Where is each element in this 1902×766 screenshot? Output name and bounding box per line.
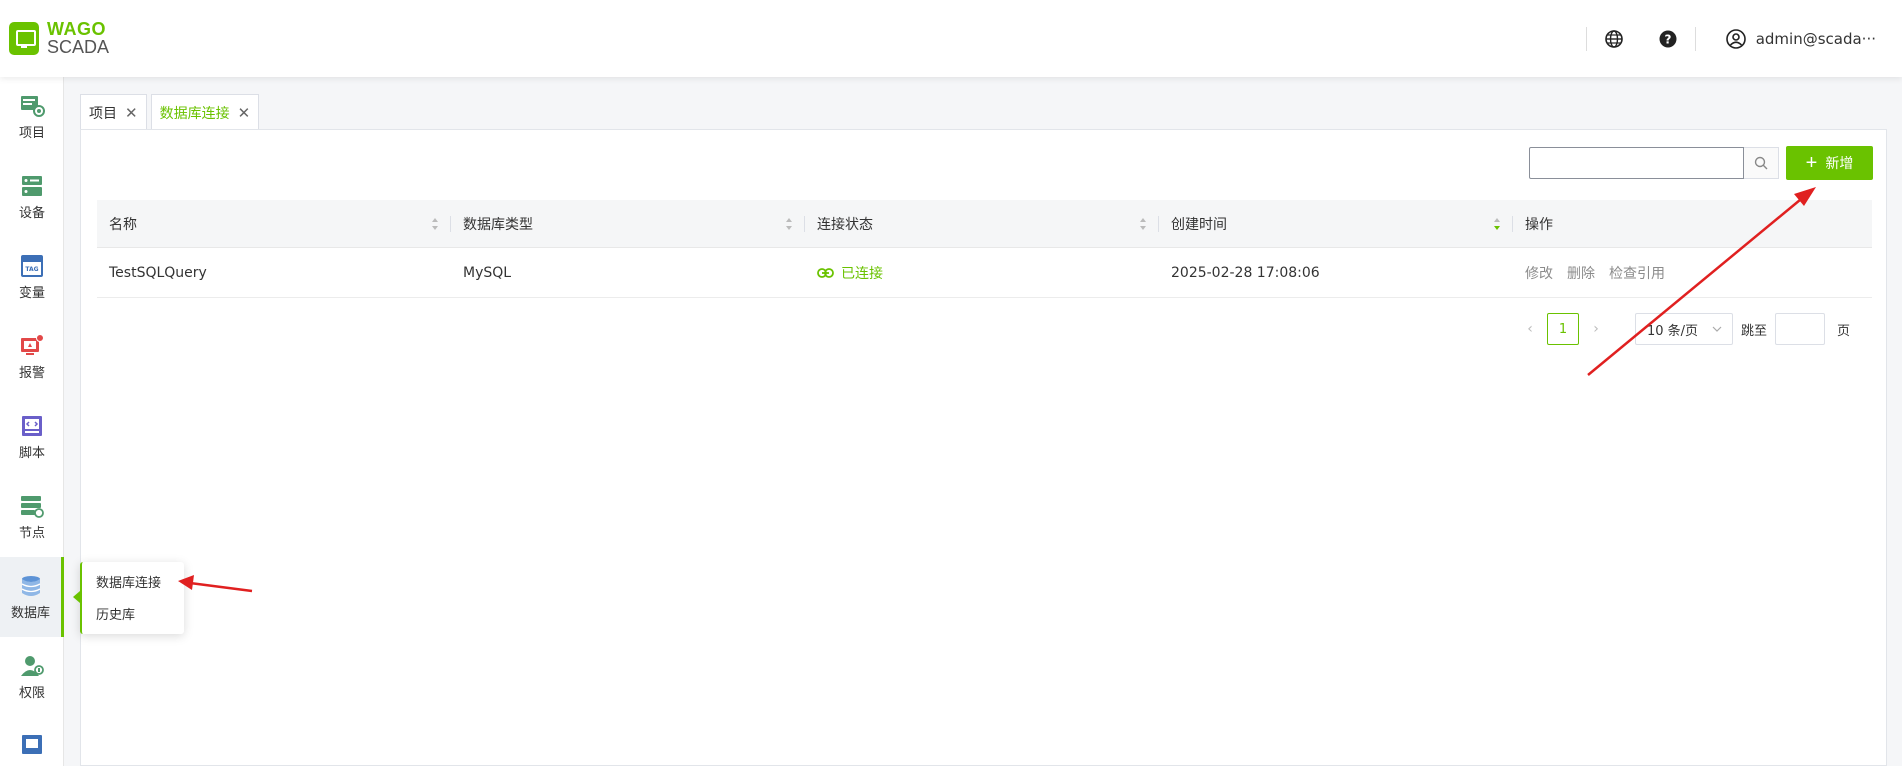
cell-created: 2025-02-28 17:08:06	[1171, 265, 1320, 281]
script-icon	[22, 415, 42, 436]
plus-icon: +	[1805, 152, 1818, 174]
sidebar: 项目 设备 TAG 变量 报警 脚本 节点 数据库 权限	[0, 77, 64, 766]
sidebar-item-tag[interactable]: TAG 变量	[0, 237, 64, 317]
cell-actions: 修改 删除 检查引用	[1513, 248, 1872, 298]
sort-icon[interactable]	[1493, 217, 1501, 231]
tab-label: 项目	[89, 105, 117, 122]
sort-icon[interactable]	[785, 217, 793, 231]
sidebar-item-device[interactable]: 设备	[0, 157, 64, 237]
device-icon	[22, 175, 42, 196]
tab-label: 数据库连接	[159, 105, 230, 122]
status-text: 已连接	[841, 266, 883, 282]
cell-status: 已连接	[805, 248, 1159, 298]
add-button[interactable]: + 新增	[1786, 146, 1873, 180]
column-header-status[interactable]: 连接状态	[805, 200, 1159, 248]
tab-project[interactable]: 项目 ✕	[80, 94, 147, 130]
sidebar-item-alarm[interactable]: 报警	[0, 317, 64, 397]
sidebar-item-label: 节点	[18, 525, 45, 541]
jump-page-input[interactable]	[1775, 313, 1826, 345]
main-panel: + 新增 名称 数据库类型 连接状态 创建时间 操作 TestSQLQuery …	[80, 129, 1887, 766]
logo-text-top: WAGO	[47, 19, 106, 39]
help-question-icon[interactable]: ?	[1641, 19, 1695, 59]
tag-icon: TAG	[21, 254, 43, 277]
sidebar-item-more[interactable]	[0, 717, 64, 766]
column-header-actions: 操作	[1525, 217, 1553, 233]
search-button[interactable]	[1744, 147, 1779, 179]
sidebar-item-label: 脚本	[18, 445, 45, 461]
search-input[interactable]	[1529, 147, 1744, 179]
table-header: 名称 数据库类型 连接状态 创建时间 操作	[97, 200, 1872, 248]
sidebar-item-database[interactable]: 数据库	[0, 557, 64, 637]
permission-icon	[21, 655, 44, 676]
sidebar-item-label: 设备	[18, 205, 45, 221]
svg-text:?: ?	[1664, 32, 1671, 46]
top-header: WAGO SCADA ? admin@scada···	[0, 0, 1902, 77]
archive-icon	[22, 735, 42, 754]
sidebar-item-label: 权限	[18, 685, 45, 701]
logo-text-bottom: SCADA	[47, 37, 110, 57]
sidebar-item-node[interactable]: 节点	[0, 477, 64, 557]
check-reference-link[interactable]: 检查引用	[1609, 263, 1665, 283]
database-connection-table: 名称 数据库类型 连接状态 创建时间 操作 TestSQLQuery MySQL	[97, 200, 1872, 298]
sidebar-item-project[interactable]: 项目	[0, 77, 64, 157]
next-page-icon[interactable]: ›	[1579, 313, 1613, 345]
sidebar-item-label: 数据库	[10, 605, 50, 621]
user-name: admin@scada···	[1755, 29, 1876, 48]
svg-text:TAG: TAG	[25, 266, 38, 273]
language-globe-icon[interactable]	[1587, 19, 1641, 59]
logo-mark-icon	[9, 21, 39, 55]
sidebar-item-label: 项目	[18, 125, 45, 141]
add-button-label: 新增	[1825, 155, 1854, 171]
column-header-db-type[interactable]: 数据库类型	[451, 200, 805, 248]
tab-bar: 项目 ✕ 数据库连接 ✕	[80, 94, 263, 130]
chevron-down-icon	[1712, 326, 1722, 332]
edit-link[interactable]: 修改	[1525, 263, 1553, 283]
sort-icon[interactable]	[1139, 217, 1147, 231]
sidebar-item-script[interactable]: 脚本	[0, 397, 64, 477]
user-avatar-icon	[1725, 28, 1746, 49]
project-icon	[21, 95, 45, 117]
cell-name: TestSQLQuery	[109, 265, 207, 281]
sidebar-item-label: 变量	[18, 285, 45, 301]
search-icon	[1754, 156, 1768, 170]
page-number-current[interactable]: 1	[1547, 313, 1579, 345]
tab-database-connection[interactable]: 数据库连接 ✕	[150, 94, 260, 130]
column-header-name[interactable]: 名称	[97, 200, 451, 248]
submenu-item-database-connection[interactable]: 数据库连接	[82, 568, 184, 600]
jump-label: 跳至	[1741, 323, 1768, 339]
pagination: ‹ 1 › 10 条/页 跳至 页	[1513, 312, 1850, 346]
search-box	[1529, 147, 1779, 179]
close-icon[interactable]: ✕	[238, 104, 251, 122]
node-icon	[21, 495, 44, 518]
delete-link[interactable]: 删除	[1567, 263, 1595, 283]
app-logo[interactable]: WAGO SCADA	[9, 20, 109, 56]
sidebar-item-label: 报警	[18, 365, 45, 381]
page-unit-label: 页	[1837, 323, 1851, 339]
alarm-icon	[21, 333, 44, 355]
close-icon[interactable]: ✕	[125, 104, 138, 122]
cell-db-type: MySQL	[463, 265, 512, 281]
user-menu[interactable]: admin@scada···	[1696, 28, 1902, 49]
sort-icon[interactable]	[431, 217, 439, 231]
database-icon	[21, 575, 40, 596]
submenu-item-history-db[interactable]: 历史库	[82, 600, 184, 632]
database-submenu: 数据库连接 历史库	[73, 562, 184, 634]
sidebar-item-permission[interactable]: 权限	[0, 637, 64, 717]
page-size-select[interactable]: 10 条/页	[1635, 313, 1733, 345]
link-icon	[817, 267, 834, 279]
table-row: TestSQLQuery MySQL 已连接 2025-02-28 17:08:…	[97, 248, 1872, 298]
prev-page-icon[interactable]: ‹	[1513, 313, 1547, 345]
column-header-created[interactable]: 创建时间	[1159, 200, 1513, 248]
